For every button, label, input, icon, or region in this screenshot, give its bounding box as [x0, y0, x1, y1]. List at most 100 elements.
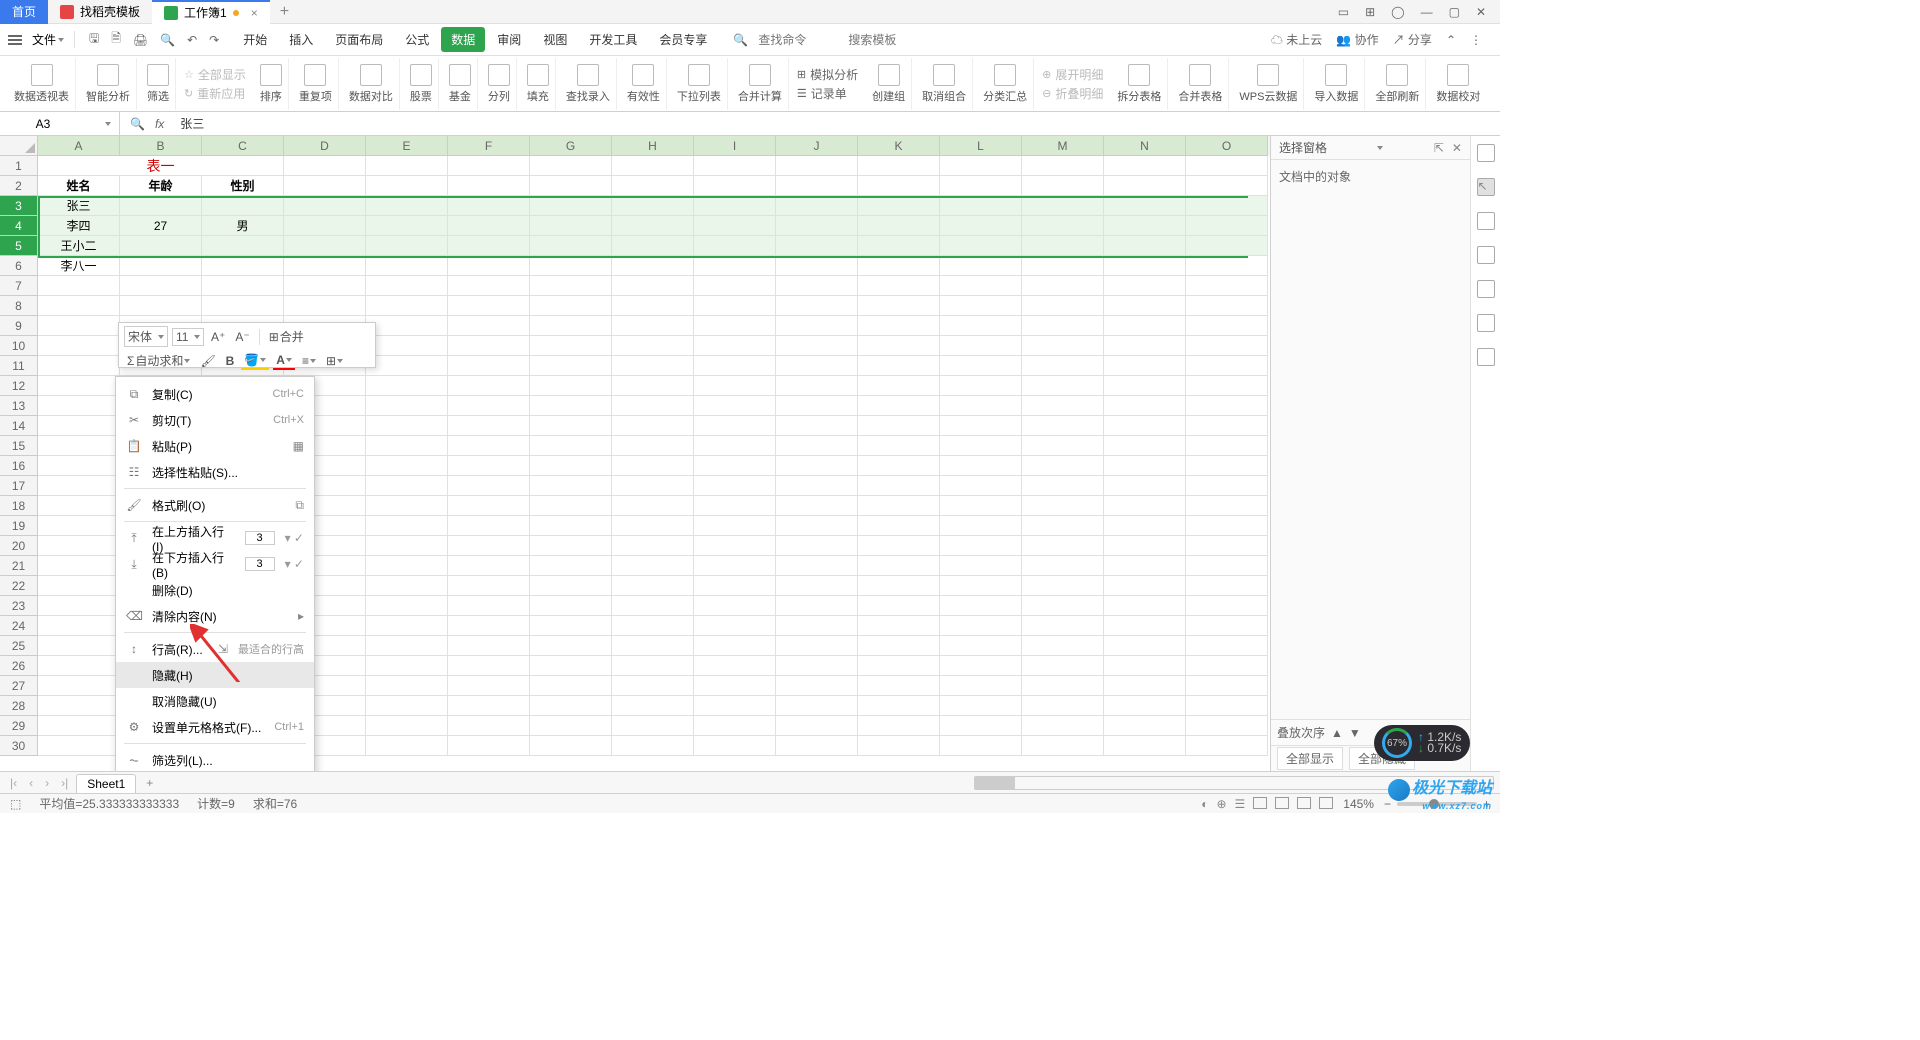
name-box[interactable] — [0, 112, 120, 136]
cell[interactable] — [366, 596, 448, 616]
preview-icon[interactable]: 🔍 — [160, 33, 175, 47]
cell[interactable] — [120, 256, 202, 276]
cell[interactable] — [38, 296, 120, 316]
cell[interactable] — [120, 276, 202, 296]
cell[interactable]: 王小二 — [38, 236, 120, 256]
cell[interactable] — [694, 316, 776, 336]
cell[interactable] — [694, 396, 776, 416]
col-header-H[interactable]: H — [612, 136, 694, 156]
cell[interactable] — [940, 576, 1022, 596]
cell[interactable] — [38, 356, 120, 376]
cell[interactable] — [38, 476, 120, 496]
mt-bold-icon[interactable]: B — [223, 353, 238, 369]
cell[interactable] — [1022, 276, 1104, 296]
dup-icon[interactable] — [304, 64, 326, 86]
cell[interactable] — [1022, 576, 1104, 596]
cell[interactable] — [448, 276, 530, 296]
form[interactable]: ☰ 记录单 — [797, 85, 858, 102]
tab-close-icon[interactable]: × — [251, 6, 258, 20]
minimize-icon[interactable]: — — [1421, 5, 1433, 19]
sheet-tab-1[interactable]: Sheet1 — [76, 774, 136, 793]
cell[interactable] — [1186, 616, 1268, 636]
cell[interactable] — [1186, 516, 1268, 536]
cell[interactable] — [1104, 196, 1186, 216]
cell[interactable] — [1104, 456, 1186, 476]
cell[interactable] — [284, 156, 366, 176]
cell[interactable] — [1186, 376, 1268, 396]
cell[interactable] — [1186, 676, 1268, 696]
cell[interactable] — [858, 696, 940, 716]
side-select-icon[interactable]: ↖ — [1477, 178, 1495, 196]
cell[interactable] — [448, 396, 530, 416]
side-more-icon[interactable] — [1477, 348, 1495, 366]
cell[interactable] — [1186, 636, 1268, 656]
cell[interactable] — [366, 676, 448, 696]
cell[interactable] — [1022, 336, 1104, 356]
side-property-icon[interactable] — [1477, 246, 1495, 264]
cell[interactable] — [858, 256, 940, 276]
sheet-first-icon[interactable]: |‹ — [6, 776, 21, 790]
cell[interactable] — [366, 336, 448, 356]
cell[interactable] — [612, 296, 694, 316]
side-layers-icon[interactable] — [1477, 212, 1495, 230]
tab-home[interactable]: 首页 — [0, 0, 48, 24]
cell[interactable] — [776, 736, 858, 756]
cell[interactable] — [612, 436, 694, 456]
cell[interactable] — [612, 416, 694, 436]
cell[interactable] — [940, 456, 1022, 476]
cell[interactable] — [776, 456, 858, 476]
cell[interactable] — [38, 376, 120, 396]
cell[interactable] — [858, 336, 940, 356]
side-backup-icon[interactable] — [1477, 314, 1495, 332]
cell[interactable] — [38, 536, 120, 556]
cell[interactable] — [1022, 436, 1104, 456]
cell[interactable] — [1104, 596, 1186, 616]
cell[interactable] — [776, 556, 858, 576]
cell[interactable] — [1022, 456, 1104, 476]
fund-icon[interactable] — [449, 64, 471, 86]
cell[interactable] — [38, 616, 120, 636]
cell[interactable] — [1186, 356, 1268, 376]
cell[interactable] — [1104, 716, 1186, 736]
cell[interactable] — [612, 256, 694, 276]
cell[interactable] — [530, 156, 612, 176]
cell[interactable] — [530, 456, 612, 476]
cell[interactable] — [612, 636, 694, 656]
cell[interactable] — [694, 196, 776, 216]
cell[interactable] — [776, 596, 858, 616]
sb-extra2-icon[interactable]: ⊕ — [1216, 797, 1226, 811]
mt-align-icon[interactable]: ≡ — [299, 353, 319, 369]
pivot-icon[interactable] — [31, 64, 53, 86]
filter-icon[interactable] — [147, 64, 169, 86]
cell[interactable] — [694, 576, 776, 596]
cell[interactable] — [1186, 436, 1268, 456]
cell[interactable] — [1104, 436, 1186, 456]
col-header-I[interactable]: I — [694, 136, 776, 156]
cell[interactable] — [530, 296, 612, 316]
row-header-23[interactable]: 23 — [0, 596, 38, 616]
cell[interactable] — [1104, 336, 1186, 356]
formula-value[interactable]: 张三 — [174, 115, 204, 132]
row-header-26[interactable]: 26 — [0, 656, 38, 676]
scroll-thumb[interactable] — [975, 777, 1015, 789]
row-header-25[interactable]: 25 — [0, 636, 38, 656]
cell[interactable] — [38, 716, 120, 736]
cell[interactable] — [612, 496, 694, 516]
user-icon[interactable]: ◯ — [1391, 5, 1404, 19]
cell[interactable] — [612, 196, 694, 216]
bestfit-icon[interactable]: ⇲ — [218, 642, 228, 656]
cell[interactable] — [858, 236, 940, 256]
cell[interactable] — [448, 216, 530, 236]
cell[interactable] — [448, 376, 530, 396]
ribbon-tab-dev[interactable]: 开发工具 — [579, 27, 647, 52]
cell[interactable]: 李八一 — [38, 256, 120, 276]
cell[interactable] — [612, 316, 694, 336]
row-header-7[interactable]: 7 — [0, 276, 38, 296]
cell[interactable] — [448, 536, 530, 556]
ribbon-tab-data[interactable]: 数据 — [441, 27, 485, 52]
apps-icon[interactable]: ⊞ — [1365, 5, 1375, 19]
cell[interactable] — [284, 176, 366, 196]
cell[interactable] — [448, 236, 530, 256]
cell[interactable] — [366, 516, 448, 536]
cell[interactable] — [448, 176, 530, 196]
